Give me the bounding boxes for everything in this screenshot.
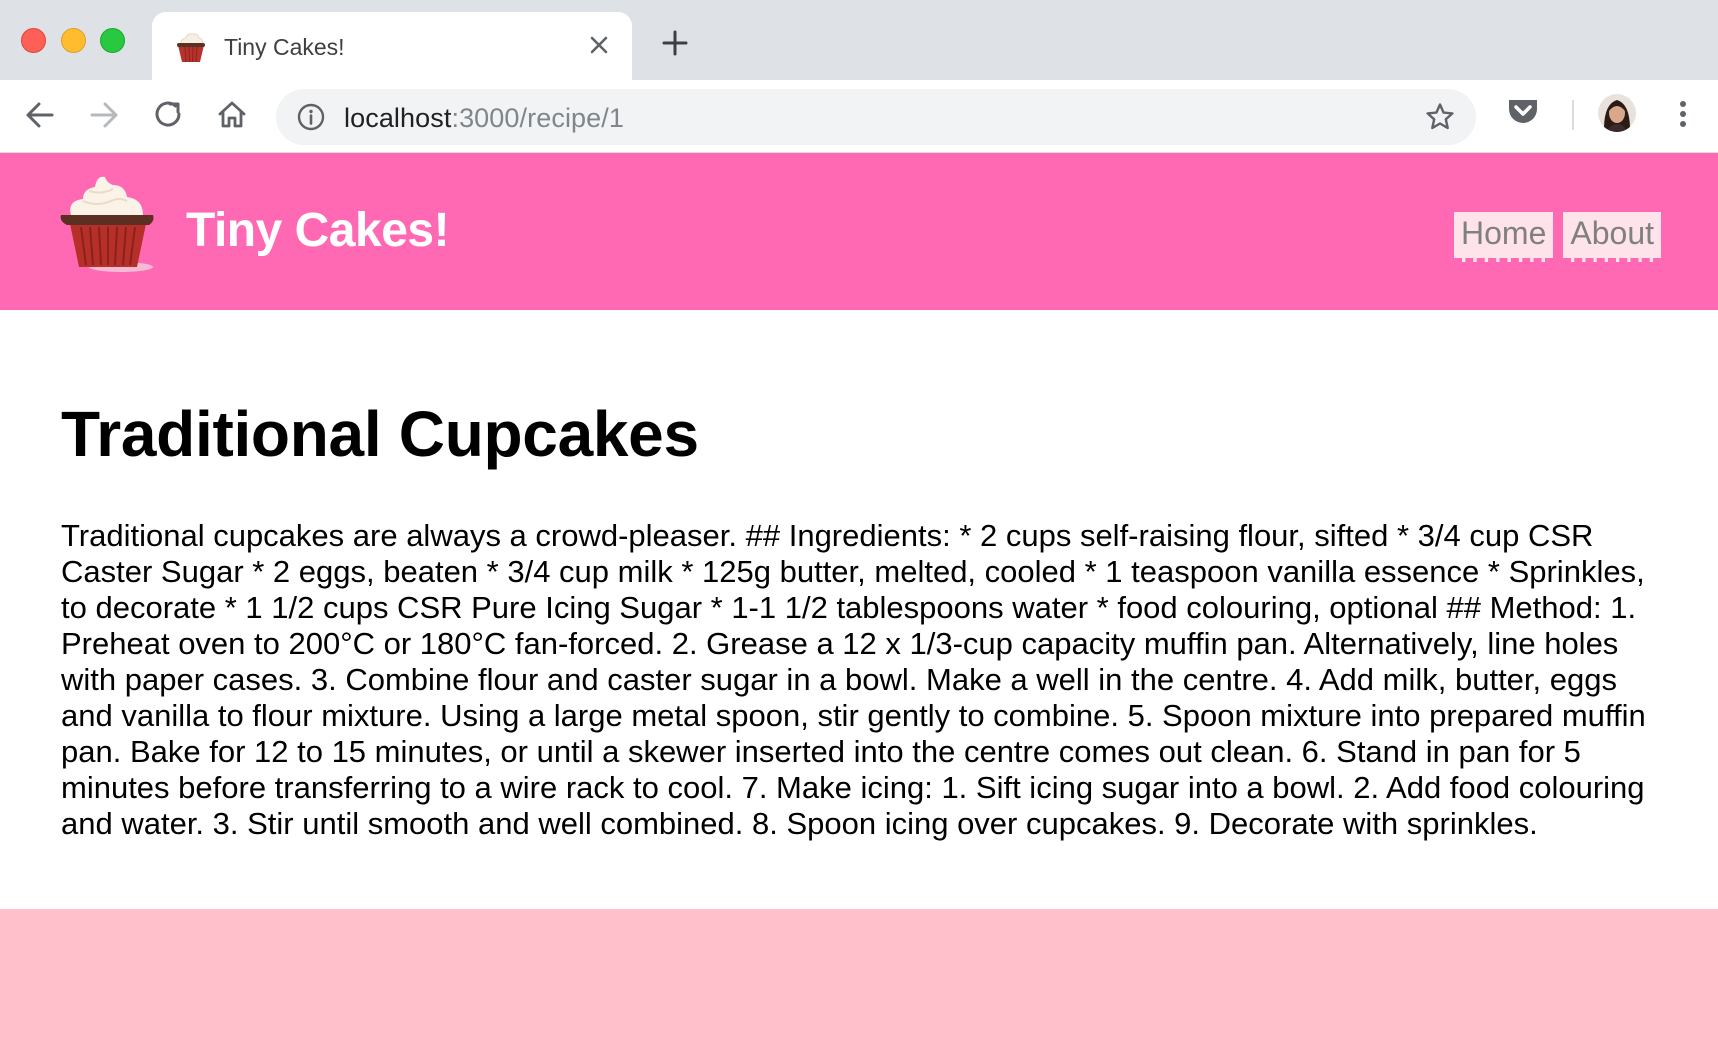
recipe-content: Traditional Cupcakes Traditional cupcake…	[61, 310, 1661, 842]
info-icon[interactable]	[296, 102, 326, 132]
url-text[interactable]: localhost:3000/recipe/1	[344, 103, 624, 134]
browser-toolbar: localhost:3000/recipe/1	[0, 80, 1718, 153]
nav-link-home[interactable]: Home	[1454, 212, 1554, 262]
site-title[interactable]: Tiny Cakes!	[186, 203, 450, 258]
home-icon[interactable]	[212, 95, 252, 135]
browser-tab[interactable]: Tiny Cakes!	[152, 12, 632, 80]
address-bar[interactable]: localhost:3000/recipe/1	[276, 89, 1476, 145]
url-host: localhost	[344, 103, 452, 133]
tab-title: Tiny Cakes!	[224, 34, 345, 60]
star-icon[interactable]	[1424, 101, 1456, 133]
new-tab-icon[interactable]	[660, 28, 690, 58]
toolbar-divider	[1572, 100, 1574, 130]
recipe-body: Traditional cupcakes are always a crowd-…	[61, 518, 1646, 841]
reload-icon[interactable]	[148, 95, 188, 135]
close-tab-icon[interactable]	[584, 30, 614, 60]
cupcake-logo[interactable]	[57, 171, 161, 275]
site-footer	[0, 909, 1718, 1051]
minimize-window-button[interactable]	[61, 28, 86, 53]
profile-avatar[interactable]	[1598, 94, 1636, 132]
close-window-button[interactable]	[21, 28, 46, 53]
avatar-image	[1598, 94, 1636, 132]
cupcake-icon	[177, 33, 205, 63]
url-path: :3000/recipe/1	[451, 103, 624, 133]
nav-link-about[interactable]: About	[1563, 212, 1661, 262]
browser-tab-strip: Tiny Cakes!	[0, 0, 1718, 80]
site-header: Tiny Cakes! Home About	[0, 153, 1718, 310]
zoom-window-button[interactable]	[100, 28, 125, 53]
kebab-menu-icon[interactable]	[1668, 96, 1698, 132]
pocket-icon[interactable]	[1505, 93, 1541, 129]
arrow-left-icon[interactable]	[20, 95, 60, 135]
site-nav: Home About	[1454, 212, 1661, 262]
recipe-title: Traditional Cupcakes	[61, 398, 699, 470]
arrow-right-icon[interactable]	[84, 95, 124, 135]
